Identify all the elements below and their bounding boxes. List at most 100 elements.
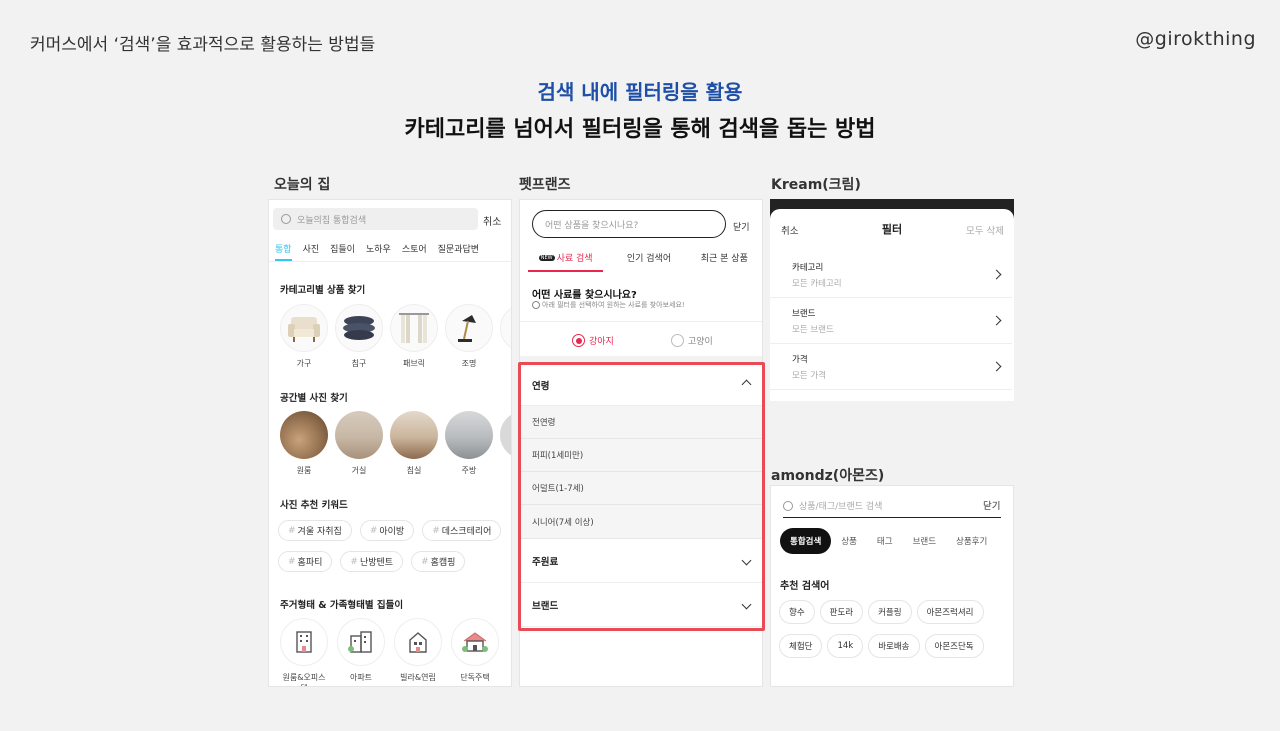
row-text: 가격모든 가격	[792, 353, 826, 381]
keyword-chip[interactable]: # 홈파티	[278, 551, 333, 572]
curtain-icon	[390, 304, 438, 352]
category-bedding[interactable]: 침구	[335, 304, 383, 369]
row-title: 가격	[792, 354, 808, 365]
ohouse-search-input[interactable]: 오늘의집 통합검색	[273, 208, 478, 230]
tab-reviews[interactable]: 상품후기	[946, 528, 997, 554]
living-room-photo	[335, 411, 383, 459]
space-studio[interactable]: 원룸	[280, 411, 328, 476]
housing-studio-officetel[interactable]: 원룸&오피스텔	[280, 618, 328, 686]
category-furniture[interactable]: 가구	[280, 304, 328, 369]
chevron-right-icon	[991, 269, 1002, 280]
space-list: 원룸 거실 침실 주방	[280, 411, 511, 476]
category-list: 가구 침구 패브릭 조명	[280, 304, 511, 369]
tab-store[interactable]: 스토어	[402, 236, 427, 261]
tab-qna[interactable]: 질문과답변	[438, 236, 479, 261]
search-icon	[783, 500, 793, 511]
villa-icon	[394, 618, 442, 666]
apartment-icon	[337, 618, 385, 666]
divider	[520, 321, 762, 322]
amondz-screen: 상품/태그/브랜드 검색 닫기 통합검색 상품 태그 브랜드 상품후기 추천 검…	[770, 485, 1014, 687]
keyword-chip[interactable]: 커플링	[868, 600, 912, 624]
slide-title: 카테고리를 넘어서 필터링을 통해 검색을 돕는 방법	[404, 117, 876, 142]
kream-filter-category[interactable]: 카테고리 모든 카테고리	[770, 252, 1012, 298]
studio-photo	[280, 411, 328, 459]
category-fabric[interactable]: 패브릭	[390, 304, 438, 369]
keyword-chip[interactable]: 체험단	[779, 634, 823, 658]
keyword-chip[interactable]: 아몬즈럭셔리	[916, 600, 984, 624]
amondz-tab-bar: 통합검색 상품 태그 브랜드 상품후기	[780, 528, 997, 554]
housing-section-title: 주거형태 & 가족형태별 집들이	[280, 600, 404, 611]
radio-selected-icon	[572, 334, 585, 347]
hash-mark: #	[421, 556, 429, 567]
building-icon	[280, 618, 328, 666]
kream-clear-all-button[interactable]: 모두 삭제	[966, 223, 1004, 237]
tab-integrated-search[interactable]: 통합검색	[780, 528, 832, 554]
category-more[interactable]	[500, 304, 511, 369]
tab-knowhow[interactable]: 노하우	[366, 236, 391, 261]
housing-detached[interactable]: 단독주택	[451, 618, 499, 686]
house-icon	[451, 618, 499, 666]
keyword-text: 난방텐트	[359, 558, 394, 568]
tab-photo[interactable]: 사진	[303, 236, 320, 261]
keyword-chip[interactable]: # 겨울 자취집	[278, 520, 352, 541]
kream-filter-brand[interactable]: 브랜드 모든 브랜드	[770, 298, 1012, 344]
brand-handle: @girokthing	[1135, 28, 1256, 50]
keyword-text: 겨울 자취집	[297, 527, 342, 537]
kream-filter-price[interactable]: 가격모든 가격	[770, 344, 1012, 390]
keyword-chip[interactable]: 향수	[779, 600, 815, 624]
space-bedroom[interactable]: 침실	[390, 411, 438, 476]
recommended-keywords-title: 추천 검색어	[780, 581, 830, 592]
tab-housewarming[interactable]: 집들이	[330, 236, 355, 261]
space-living[interactable]: 거실	[335, 411, 383, 476]
housing-label: 원룸&오피스텔	[282, 673, 326, 686]
search-icon	[281, 214, 291, 224]
kitchen-photo	[445, 411, 493, 459]
housing-apartment[interactable]: 아파트	[337, 618, 385, 686]
radio-cat[interactable]: 고양이	[671, 334, 713, 347]
row-value: 모든 가격	[792, 370, 826, 381]
keyword-chip[interactable]: 아몬즈단독	[924, 634, 984, 658]
tab-tags[interactable]: 태그	[867, 528, 903, 554]
amondz-close-button[interactable]: 닫기	[983, 498, 1000, 512]
keyword-chip[interactable]: # 데스크테리어	[422, 520, 502, 541]
amondz-label: amondz(아몬즈)	[771, 468, 885, 484]
search-placeholder: 상품/태그/브랜드 검색	[799, 502, 883, 512]
tab-brands[interactable]: 브랜드	[903, 528, 946, 554]
petfriends-search-input[interactable]: 어떤 상품을 찾으시나요?	[532, 210, 726, 238]
space-more[interactable]	[500, 411, 511, 476]
keyword-chip[interactable]: 판도라	[819, 600, 864, 624]
space-label: 거실	[351, 466, 367, 475]
radio-unselected-icon	[671, 334, 684, 347]
row-value: 모든 브랜드	[792, 324, 834, 335]
space-kitchen[interactable]: 주방	[445, 411, 493, 476]
slide-subtitle: 검색 내에 필터링을 활용	[537, 80, 743, 104]
highlight-box	[518, 362, 765, 631]
row-title: 카테고리	[792, 262, 824, 273]
tab-products[interactable]: 상품	[831, 528, 867, 554]
tab-food-search[interactable]: NEW 사료 검색	[528, 246, 604, 272]
tab-popular-keywords[interactable]: 인기 검색어	[611, 246, 686, 272]
keyword-chip[interactable]: 바로배송	[868, 634, 920, 658]
keyword-text: 아이방	[379, 527, 405, 537]
space-label: 원룸	[296, 466, 312, 475]
petfriends-tab-bar: NEW 사료 검색 인기 검색어 최근 본 상품	[520, 246, 762, 272]
hash-mark: #	[432, 525, 440, 536]
category-label: 가구	[296, 359, 312, 368]
keyword-chip[interactable]: # 홈캠핑	[411, 551, 466, 572]
amondz-keyword-list: 향수 판도라 커플링 아몬즈럭셔리 체험단 14k 바로배송 아몬즈단독	[779, 600, 1009, 658]
ohouse-cancel-button[interactable]: 취소	[483, 213, 501, 228]
keyword-chip[interactable]: # 난방텐트	[340, 551, 404, 572]
housing-label: 아파트	[349, 673, 373, 682]
radio-dog[interactable]: 강아지	[572, 334, 614, 347]
hash-mark: #	[288, 556, 296, 567]
amondz-search-input[interactable]: 상품/태그/브랜드 검색	[783, 494, 1001, 518]
keyword-text: 홈파티	[297, 558, 323, 568]
keyword-chip[interactable]: # 아이방	[359, 520, 415, 541]
space-more-photo	[500, 411, 511, 459]
category-lighting[interactable]: 조명	[445, 304, 493, 369]
petfriends-close-button[interactable]: 닫기	[733, 220, 750, 233]
keyword-chip[interactable]: 14k	[827, 634, 864, 658]
tab-all[interactable]: 통합	[275, 236, 292, 261]
housing-villa[interactable]: 빌라&연립	[394, 618, 442, 686]
tab-recently-viewed[interactable]: 최근 본 상품	[687, 246, 762, 272]
